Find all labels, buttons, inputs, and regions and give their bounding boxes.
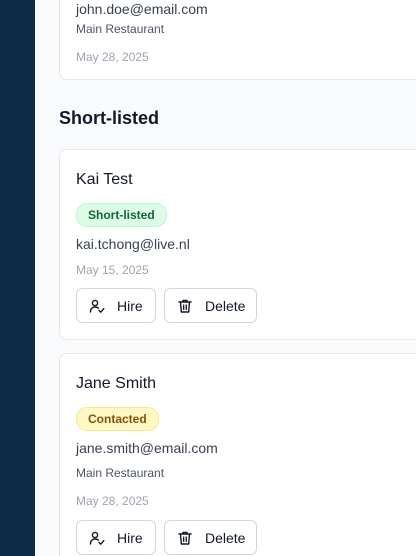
hire-button-label: Hire <box>117 529 143 546</box>
candidate-email: kai.tchong@live.nl <box>76 236 190 252</box>
user-check-icon <box>89 299 105 313</box>
status-badge: Contacted <box>76 407 159 431</box>
delete-button[interactable]: Delete <box>164 520 257 555</box>
candidate-date: May 15, 2025 <box>76 263 149 277</box>
status-badge: Short-listed <box>76 203 167 227</box>
delete-button[interactable]: Delete <box>164 288 257 323</box>
candidate-name: Jane Smith <box>76 375 157 392</box>
user-check-icon <box>89 531 105 545</box>
sidebar <box>0 0 35 556</box>
candidate-email: jane.smith@email.com <box>76 440 218 456</box>
candidate-location: Main Restaurant <box>76 466 165 480</box>
hire-button-label: Hire <box>117 297 143 314</box>
candidate-date: May 28, 2025 <box>76 50 149 64</box>
candidate-date: May 28, 2025 <box>76 494 149 508</box>
hire-button[interactable]: Hire <box>76 520 156 555</box>
candidate-email: john.doe@email.com <box>76 1 208 17</box>
candidate-location: Main Restaurant <box>76 22 165 36</box>
candidate-card: Kai Test Short-listed kai.tchong@live.nl… <box>59 149 416 340</box>
delete-button-label: Delete <box>205 529 246 546</box>
trash-icon <box>178 531 192 545</box>
candidate-card-previous: john.doe@email.com Main Restaurant May 2… <box>59 0 416 80</box>
hire-button[interactable]: Hire <box>76 288 156 323</box>
delete-button-label: Delete <box>205 297 246 314</box>
trash-icon <box>178 299 192 313</box>
main-content: john.doe@email.com Main Restaurant May 2… <box>35 0 416 556</box>
section-title-shortlisted: Short-listed <box>59 108 160 128</box>
candidate-name: Kai Test <box>76 171 133 188</box>
candidate-card: Jane Smith Contacted jane.smith@email.co… <box>59 353 416 556</box>
